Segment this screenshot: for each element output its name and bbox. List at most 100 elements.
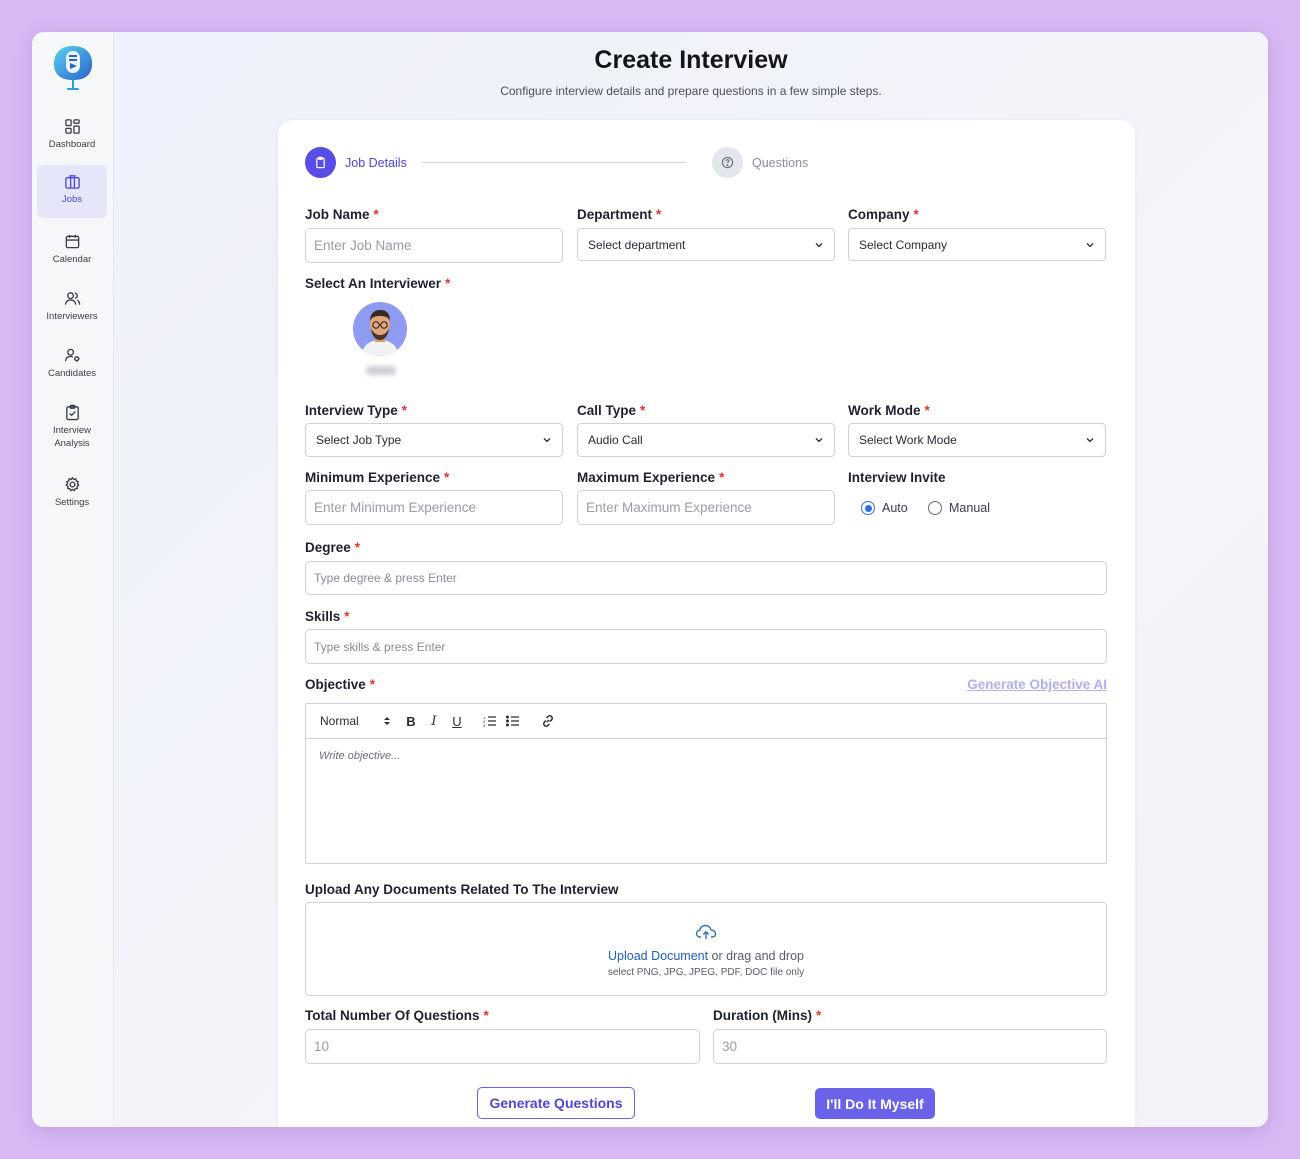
- chevron-down-icon: [543, 438, 551, 443]
- sidebar-item-label: Settings: [54, 497, 90, 508]
- sidebar: Dashboard Jobs Calendar Interviewers Can…: [32, 32, 114, 1127]
- step-label: Job Details: [345, 155, 407, 170]
- sidebar-item-dashboard[interactable]: Dashboard: [37, 110, 107, 160]
- chevron-down-icon: [815, 242, 823, 247]
- step-divider: [422, 162, 686, 163]
- users-icon: [64, 292, 80, 305]
- clipboard-check-icon: [65, 404, 79, 421]
- sidebar-item-settings[interactable]: Settings: [37, 468, 107, 518]
- objective-textarea[interactable]: Write objective...: [306, 739, 1106, 773]
- interviewer-avatar[interactable]: [353, 302, 407, 356]
- sidebar-item-candidates[interactable]: Candidates: [37, 339, 107, 389]
- sidebar-item-label: Interview Analysis: [52, 425, 91, 449]
- min-experience-label: Minimum Experience *: [305, 470, 450, 485]
- bold-icon[interactable]: B: [400, 711, 422, 731]
- interviewer-label: Select An Interviewer *: [305, 276, 451, 291]
- max-experience-input[interactable]: Enter Maximum Experience: [577, 490, 835, 525]
- department-label: Department *: [577, 207, 662, 222]
- cloud-upload-icon: [695, 924, 717, 939]
- invite-auto-radio[interactable]: Auto: [861, 501, 908, 515]
- step-questions[interactable]: Questions: [712, 147, 808, 178]
- question-circle-icon: [721, 156, 734, 169]
- generate-objective-ai-link[interactable]: Generate Objective AI: [967, 677, 1107, 692]
- sort-arrows-icon: [383, 717, 390, 725]
- upload-hint: select PNG, JPG, JPEG, PDF, DOC file onl…: [607, 967, 805, 978]
- calendar-icon: [65, 234, 79, 249]
- radio-selected: [861, 501, 875, 515]
- radio-unselected: [928, 501, 942, 515]
- sidebar-item-label: Candidates: [47, 368, 97, 379]
- department-select[interactable]: Select department: [577, 228, 835, 261]
- company-label: Company *: [848, 207, 919, 222]
- radio-label: Auto: [882, 501, 908, 515]
- format-value: Normal: [320, 714, 359, 728]
- gear-icon: [64, 476, 80, 492]
- sidebar-item-calendar[interactable]: Calendar: [37, 225, 107, 275]
- sidebar-item-interviewers[interactable]: Interviewers: [37, 282, 107, 332]
- editor-toolbar: Normal B I U 123: [306, 704, 1106, 739]
- do-it-myself-button[interactable]: I'll Do It Myself: [815, 1088, 935, 1119]
- call-type-select[interactable]: Audio Call: [577, 423, 835, 457]
- main-content: Create Interview Configure interview det…: [114, 32, 1268, 1127]
- italic-icon[interactable]: I: [423, 711, 445, 731]
- bullet-list-icon[interactable]: [502, 711, 524, 731]
- generate-questions-button[interactable]: Generate Questions: [477, 1087, 635, 1119]
- sidebar-item-interview-analysis[interactable]: Interview Analysis: [37, 396, 107, 458]
- total-questions-label: Total Number Of Questions *: [305, 1008, 489, 1023]
- total-questions-input[interactable]: 10: [305, 1029, 700, 1064]
- user-gear-icon: [64, 348, 80, 362]
- underline-icon[interactable]: U: [446, 711, 468, 731]
- chevron-down-icon: [815, 438, 823, 443]
- work-mode-select[interactable]: Select Work Mode: [848, 423, 1106, 457]
- max-experience-label: Maximum Experience *: [577, 470, 725, 485]
- sidebar-item-label: Calendar: [52, 254, 92, 265]
- job-name-label: Job Name *: [305, 207, 379, 222]
- dashboard-icon: [64, 119, 80, 134]
- sidebar-item-label: Jobs: [61, 194, 83, 205]
- duration-input[interactable]: 30: [713, 1029, 1107, 1064]
- company-value: Select Company: [859, 237, 948, 252]
- objective-editor: Normal B I U 123 Write objective...: [305, 703, 1107, 864]
- call-type-label: Call Type *: [577, 403, 646, 418]
- objective-label: Objective *: [305, 677, 376, 692]
- briefcase-icon: [64, 175, 80, 189]
- format-select[interactable]: Normal: [320, 714, 400, 728]
- clipboard-icon: [316, 156, 325, 169]
- app-window: Dashboard Jobs Calendar Interviewers Can…: [32, 32, 1268, 1127]
- sidebar-item-label: Dashboard: [48, 139, 96, 150]
- form-card: Job Details Questions Job Name * Enter Jo…: [278, 120, 1135, 1127]
- work-mode-label: Work Mode *: [848, 403, 930, 418]
- duration-label: Duration (Mins) *: [713, 1008, 822, 1023]
- company-select[interactable]: Select Company: [848, 228, 1106, 261]
- min-experience-input[interactable]: Enter Minimum Experience: [305, 490, 563, 525]
- interview-type-label: Interview Type *: [305, 403, 408, 418]
- job-name-input[interactable]: Enter Job Name: [305, 228, 563, 263]
- upload-document-link[interactable]: Upload Document: [608, 949, 708, 963]
- sidebar-item-jobs[interactable]: Jobs: [37, 165, 107, 218]
- link-icon[interactable]: [537, 711, 559, 731]
- chevron-down-icon: [1086, 242, 1094, 247]
- work-mode-value: Select Work Mode: [859, 433, 957, 447]
- sidebar-item-label: Interviewers: [46, 311, 98, 322]
- svg-text:3: 3: [483, 723, 486, 727]
- app-logo[interactable]: [50, 44, 96, 94]
- invite-manual-radio[interactable]: Manual: [928, 501, 990, 515]
- upload-text: Upload Document or drag and drop: [306, 949, 1106, 963]
- department-value: Select department: [588, 237, 686, 252]
- interview-type-value: Select Job Type: [316, 433, 402, 447]
- upload-dropzone[interactable]: Upload Document or drag and drop select …: [305, 902, 1107, 996]
- ordered-list-icon[interactable]: 123: [479, 711, 501, 731]
- skills-input[interactable]: Type skills & press Enter: [305, 629, 1107, 664]
- step-job-details[interactable]: Job Details: [305, 147, 407, 178]
- radio-label: Manual: [949, 501, 990, 515]
- step-circle: [712, 147, 743, 178]
- step-circle: [305, 147, 336, 178]
- interviewer-name-blurred: [366, 366, 396, 375]
- upload-label: Upload Any Documents Related To The Inte…: [305, 882, 619, 897]
- interview-invite-label: Interview Invite: [848, 470, 946, 485]
- interview-type-select[interactable]: Select Job Type: [305, 423, 563, 457]
- degree-input[interactable]: Type degree & press Enter: [305, 561, 1107, 595]
- page-title: Create Interview: [594, 46, 788, 74]
- skills-label: Skills *: [305, 609, 350, 624]
- chevron-down-icon: [1086, 438, 1094, 443]
